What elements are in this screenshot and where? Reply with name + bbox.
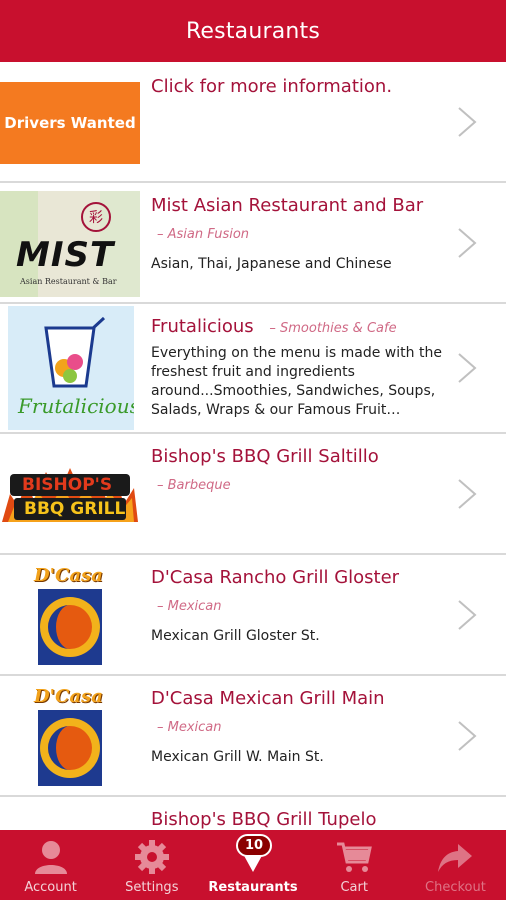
page-title: Restaurants bbox=[185, 18, 321, 44]
chevron-right-icon bbox=[458, 478, 477, 509]
tab-label: Cart bbox=[340, 880, 368, 895]
row-category: – Barbeque bbox=[157, 478, 231, 493]
tab-settings[interactable]: Settings bbox=[101, 830, 202, 900]
bishops-logo-subtext: BBQ GRILL bbox=[24, 499, 126, 519]
row-title: Frutalicious – Smoothies & Cafe bbox=[151, 316, 466, 337]
header-bar: Restaurants bbox=[0, 0, 506, 62]
cart-icon bbox=[337, 842, 373, 872]
row-category: – Asian Fusion bbox=[157, 227, 250, 242]
person-icon bbox=[34, 841, 67, 874]
list-item-bishops-tupelo[interactable]: Bishop's BBQ Grill Tupelo bbox=[0, 797, 506, 830]
tab-account[interactable]: Account bbox=[0, 830, 101, 900]
row-description: Mexican Grill Gloster St. bbox=[151, 628, 320, 644]
list-item-drivers-wanted[interactable]: Drivers Wanted Click for more informatio… bbox=[0, 62, 506, 183]
tab-restaurants[interactable]: 10 Restaurants bbox=[202, 830, 303, 900]
restaurant-list[interactable]: Drivers Wanted Click for more informatio… bbox=[0, 62, 506, 830]
dcasa-logo-text: D'Casa bbox=[34, 565, 103, 586]
list-item-bishops-saltillo[interactable]: BISHOP'S BBQ GRILL Bishop's BBQ Grill Sa… bbox=[0, 434, 506, 555]
bishops-bbq-logo-image: BISHOP'S BBQ GRILL bbox=[0, 464, 140, 524]
list-item-dcasa-main[interactable]: D'Casa D'Casa Mexican Grill Main – Mexic… bbox=[0, 676, 506, 797]
row-title: Click for more information. bbox=[151, 76, 393, 97]
frutalicious-logo-image: Frutalicious bbox=[8, 306, 134, 430]
mist-logo-text: MIST bbox=[16, 235, 115, 275]
chevron-right-icon bbox=[458, 227, 477, 258]
list-item-dcasa-rancho[interactable]: D'Casa D'Casa Rancho Grill Gloster – Mex… bbox=[0, 555, 506, 676]
tab-cart[interactable]: Cart bbox=[304, 830, 405, 900]
chevron-right-icon bbox=[458, 106, 477, 137]
row-title: Bishop's BBQ Grill Tupelo bbox=[151, 809, 377, 830]
list-item-frutalicious[interactable]: Frutalicious Frutalicious – Smoothies & … bbox=[0, 304, 506, 434]
row-category: – Smoothies & Cafe bbox=[269, 321, 397, 336]
row-description: Mexican Grill W. Main St. bbox=[151, 749, 324, 765]
tab-checkout[interactable]: Checkout bbox=[405, 830, 506, 900]
row-description: Asian, Thai, Japanese and Chinese bbox=[151, 256, 392, 272]
row-title: Bishop's BBQ Grill Saltillo bbox=[151, 446, 379, 467]
list-item-mist[interactable]: 彩 MIST Asian Restaurant & Bar Mist Asian… bbox=[0, 183, 506, 304]
bottom-tab-bar: Account Settings 10 Restaurants Cart Che… bbox=[0, 830, 506, 900]
bishops-logo-text: BISHOP'S bbox=[22, 475, 113, 495]
mist-logo-subtext: Asian Restaurant & Bar bbox=[20, 277, 117, 286]
chevron-right-icon bbox=[458, 599, 477, 630]
share-arrow-icon bbox=[438, 844, 473, 872]
row-category: – Mexican bbox=[157, 720, 222, 735]
tab-label: Account bbox=[24, 880, 77, 895]
tab-badge: 10 bbox=[236, 834, 273, 857]
row-category: – Mexican bbox=[157, 599, 222, 614]
svg-text:彩: 彩 bbox=[89, 210, 103, 226]
row-title: Mist Asian Restaurant and Bar bbox=[151, 195, 424, 216]
tab-label: Restaurants bbox=[208, 880, 298, 895]
chevron-right-icon bbox=[458, 353, 477, 383]
row-description: Everything on the menu is made with the … bbox=[151, 345, 442, 418]
frutalicious-logo-text: Frutalicious bbox=[18, 394, 134, 418]
drivers-wanted-image-text: Drivers Wanted bbox=[4, 114, 136, 132]
chevron-right-icon bbox=[458, 720, 477, 751]
tab-label: Checkout bbox=[425, 880, 486, 895]
gear-icon bbox=[134, 840, 169, 874]
dcasa-logo-image: D'Casa bbox=[0, 563, 140, 669]
mist-logo-image: 彩 MIST Asian Restaurant & Bar bbox=[0, 191, 140, 297]
row-title-text: Frutalicious bbox=[151, 316, 254, 337]
dcasa-logo-text: D'Casa bbox=[34, 686, 103, 707]
tab-label: Settings bbox=[125, 880, 179, 895]
drivers-wanted-image: Drivers Wanted bbox=[0, 82, 140, 164]
row-title: D'Casa Rancho Grill Gloster bbox=[151, 567, 400, 588]
dcasa-logo-image: D'Casa bbox=[0, 684, 140, 790]
row-title: D'Casa Mexican Grill Main bbox=[151, 688, 385, 709]
